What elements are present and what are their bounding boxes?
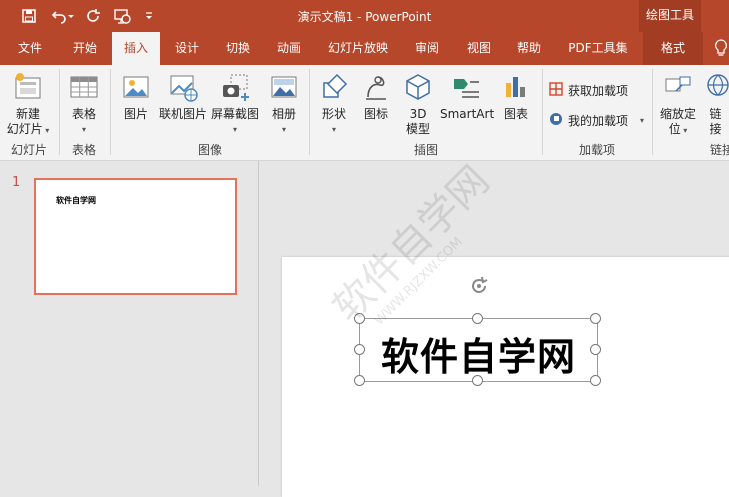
- 3d-model-button[interactable]: 3D 模型: [398, 71, 438, 137]
- picture-button[interactable]: 图片: [116, 71, 156, 122]
- table-button[interactable]: 表格 ▾: [62, 71, 106, 137]
- zoom-icon: [662, 71, 694, 103]
- resize-handle-left[interactable]: [354, 344, 365, 355]
- puzzle-icon: [548, 111, 564, 130]
- icons-button[interactable]: 图标: [356, 71, 396, 122]
- tab-pdf-tools[interactable]: PDF工具集: [560, 32, 636, 65]
- chevron-down-icon: ▾: [42, 126, 50, 135]
- my-addins-button[interactable]: 我的加载项 ▾: [548, 111, 644, 130]
- my-addins-label: 我的加载项: [568, 114, 629, 128]
- album-label: 相册: [271, 107, 296, 121]
- group-label-images: 图像: [197, 143, 222, 157]
- selected-textbox[interactable]: 软件自学网: [359, 318, 598, 382]
- group-divider: [652, 69, 653, 155]
- picture-label: 图片: [123, 107, 148, 121]
- zoom-button[interactable]: 缩放定 位 ▾: [656, 71, 700, 138]
- group-divider: [542, 69, 543, 155]
- tab-home[interactable]: 开始: [62, 32, 108, 65]
- 3d-model-label-1: 3D: [409, 107, 427, 121]
- 3d-model-label-2: 模型: [405, 122, 430, 136]
- rotate-handle-icon[interactable]: [468, 275, 490, 297]
- get-addins-label: 获取加载项: [568, 84, 629, 98]
- resize-handle-bottom[interactable]: [472, 375, 483, 386]
- slide-thumbnail-panel[interactable]: 1 软件自学网: [0, 161, 259, 486]
- tab-insert[interactable]: 插入: [112, 32, 160, 65]
- thumbnail-text: 软件自学网: [56, 196, 96, 205]
- chevron-down-icon: ▾: [81, 125, 86, 134]
- zoom-label-2: 位: [668, 122, 681, 136]
- screenshot-icon: [219, 71, 251, 103]
- 3d-cube-icon: [402, 71, 434, 103]
- group-label-slides: 幻灯片: [10, 143, 47, 157]
- ribbon: 新建 幻灯片 ▾ 幻灯片 表格 ▾ 表格 图片 联机图片 屏幕截图 ▾ 相册 ▾…: [0, 65, 729, 161]
- window-title: 演示文稿1 - PowerPoint: [297, 10, 432, 24]
- resize-handle-top-right[interactable]: [590, 313, 601, 324]
- resize-handle-top[interactable]: [472, 313, 483, 324]
- slide-thumbnail[interactable]: 软件自学网: [34, 178, 237, 295]
- online-picture-icon: [167, 71, 199, 103]
- link-icon: [704, 71, 729, 103]
- tab-help[interactable]: 帮助: [506, 32, 552, 65]
- chevron-down-icon: ▾: [232, 125, 237, 134]
- album-button[interactable]: 相册 ▾: [264, 71, 304, 137]
- tab-animations[interactable]: 动画: [266, 32, 312, 65]
- screenshot-button[interactable]: 屏幕截图 ▾: [210, 71, 260, 137]
- chevron-down-icon: ▾: [281, 125, 286, 134]
- chart-icon: [500, 71, 532, 103]
- chevron-down-icon: ▾: [640, 116, 645, 125]
- tab-view[interactable]: 视图: [456, 32, 502, 65]
- link-label-2: 接: [709, 122, 722, 136]
- slide-number: 1: [12, 175, 21, 190]
- tab-transitions[interactable]: 切换: [214, 32, 262, 65]
- group-divider: [110, 69, 111, 155]
- chevron-down-icon: ▾: [331, 125, 336, 134]
- smartart-label: SmartArt: [440, 107, 495, 121]
- tab-slideshow[interactable]: 幻灯片放映: [320, 32, 396, 65]
- resize-handle-bottom-left[interactable]: [354, 375, 365, 386]
- table-label: 表格: [71, 107, 96, 121]
- new-slide-icon: [12, 71, 44, 103]
- icons-icon: [360, 71, 392, 103]
- new-slide-label-1: 新建: [15, 107, 40, 121]
- tab-design[interactable]: 设计: [164, 32, 210, 65]
- resize-handle-top-left[interactable]: [354, 313, 365, 324]
- tab-file[interactable]: 文件: [8, 32, 52, 65]
- resize-handle-right[interactable]: [590, 344, 601, 355]
- smartart-button[interactable]: SmartArt: [440, 71, 495, 122]
- ribbon-tabs: 文件 开始 插入 设计 切换 动画 幻灯片放映 审阅 视图 帮助 PDF工具集 …: [0, 32, 729, 65]
- shapes-button[interactable]: 形状 ▾: [314, 71, 354, 137]
- textbox-text[interactable]: 软件自学网: [360, 326, 597, 381]
- group-label-addins: 加载项: [578, 143, 615, 157]
- new-slide-label-2: 幻灯片: [6, 122, 43, 136]
- new-slide-button[interactable]: 新建 幻灯片 ▾: [4, 71, 52, 138]
- icons-label: 图标: [363, 107, 388, 121]
- zoom-label-1: 缩放定: [659, 107, 696, 121]
- group-label-links: 链接: [709, 143, 729, 157]
- tab-format[interactable]: 格式: [643, 32, 703, 65]
- online-picture-label: 联机图片: [158, 107, 207, 121]
- group-label-illustrations: 插图: [413, 143, 438, 157]
- chart-label: 图表: [503, 107, 528, 121]
- table-icon: [68, 71, 100, 103]
- smartart-icon: [450, 71, 482, 103]
- store-icon: [548, 81, 564, 100]
- link-button[interactable]: 链 接: [702, 71, 729, 137]
- link-label-1: 链: [709, 107, 722, 121]
- shapes-icon: [318, 71, 350, 103]
- get-addins-button[interactable]: 获取加载项: [548, 81, 628, 100]
- shapes-label: 形状: [321, 107, 346, 121]
- lightbulb-icon[interactable]: [714, 39, 728, 60]
- resize-handle-bottom-right[interactable]: [590, 375, 601, 386]
- chart-button[interactable]: 图表: [496, 71, 536, 122]
- photo-album-icon: [268, 71, 300, 103]
- title-bar: 演示文稿1 - PowerPoint 绘图工具: [0, 0, 729, 32]
- tab-review[interactable]: 审阅: [404, 32, 450, 65]
- online-picture-button[interactable]: 联机图片: [157, 71, 209, 122]
- chevron-down-icon: ▾: [680, 126, 688, 135]
- screenshot-label: 屏幕截图: [210, 107, 259, 121]
- context-tab-title: 绘图工具: [639, 0, 701, 32]
- picture-icon: [120, 71, 152, 103]
- group-label-tables: 表格: [71, 143, 96, 157]
